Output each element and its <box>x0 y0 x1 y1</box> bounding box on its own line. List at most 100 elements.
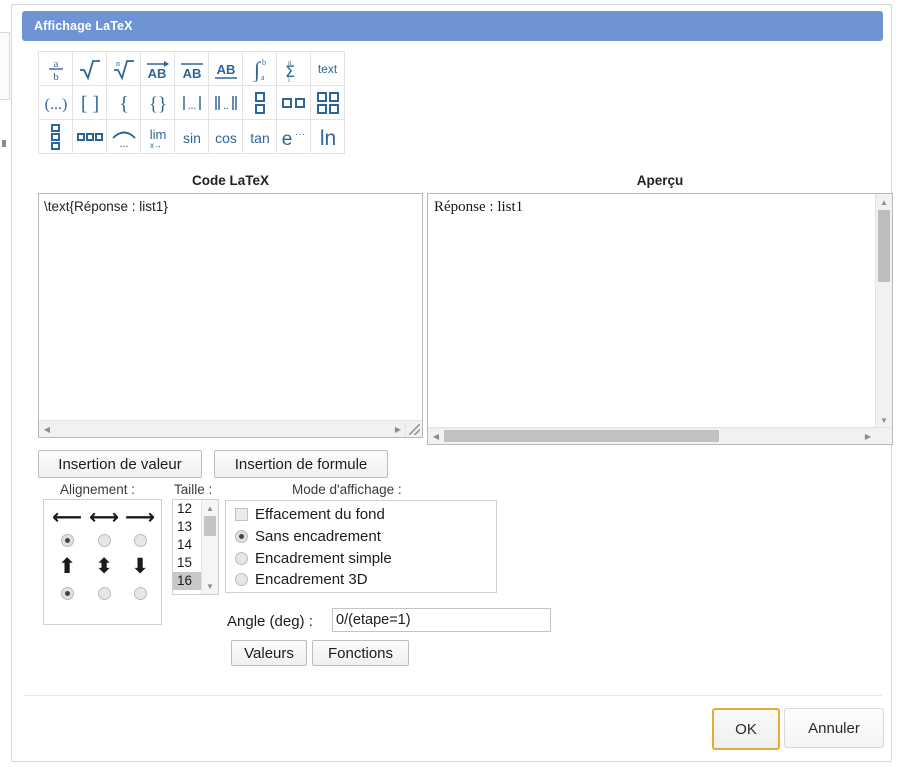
scroll-down-icon[interactable]: ▼ <box>202 578 218 594</box>
insert-formula-button[interactable]: Insertion de formule <box>214 450 388 478</box>
underline-icon[interactable]: AB <box>208 51 243 86</box>
scroll-left-icon[interactable]: ◀ <box>39 421 55 437</box>
align-top-option[interactable]: ⬆ <box>48 557 86 603</box>
latex-code-value: \text{Réponse : list1} <box>44 198 404 216</box>
parentheses-icon[interactable]: (...) <box>38 85 73 120</box>
mode-radio-3d-frame[interactable] <box>235 573 248 586</box>
square-root-icon[interactable] <box>72 51 107 86</box>
cancel-button[interactable]: Annuler <box>784 708 884 748</box>
valeurs-button[interactable]: Valeurs <box>231 640 307 666</box>
scroll-up-icon[interactable]: ▲ <box>202 500 218 516</box>
preview-vscroll-track[interactable] <box>876 210 892 412</box>
mode-radio-simple-frame[interactable] <box>235 552 248 565</box>
overbrace-dots-icon[interactable]: ... <box>106 119 141 154</box>
clear-background-label: Effacement du fond <box>255 506 385 523</box>
latex-preview-value: Réponse : list1 <box>434 198 872 218</box>
clear-background-option[interactable]: Effacement du fond <box>235 506 385 523</box>
absolute-value-icon[interactable]: ... <box>174 85 209 120</box>
svg-text:Σ: Σ <box>285 62 295 81</box>
code-hscroll-track[interactable] <box>55 421 390 437</box>
brackets-icon[interactable]: [ ] <box>72 85 107 120</box>
align-middle-radio[interactable] <box>98 587 111 600</box>
mode-option-3d-frame[interactable]: Encadrement 3D <box>235 571 368 588</box>
align-top-radio[interactable] <box>61 587 74 600</box>
size-options[interactable]: 12 13 14 15 16 <box>173 500 203 594</box>
limit-icon[interactable]: limx→ <box>140 119 175 154</box>
size-option-selected[interactable]: 16 <box>173 572 203 590</box>
clear-background-checkbox[interactable] <box>235 508 248 521</box>
size-listbox[interactable]: 12 13 14 15 16 ▲ ▼ <box>172 499 219 595</box>
mode-option-no-frame[interactable]: Sans encadrement <box>235 528 381 545</box>
stack-two-icon[interactable] <box>242 85 277 120</box>
alignment-group: ⟵ ⟷ ⟶ ⬆ ⬍ ⬇ <box>43 499 162 625</box>
sum-icon[interactable]: nΣi <box>276 51 311 86</box>
size-scroll-thumb[interactable] <box>204 516 216 536</box>
natural-log-icon[interactable]: ln <box>310 119 345 154</box>
svg-text:n: n <box>116 59 120 68</box>
braces-icon[interactable]: {} <box>140 85 175 120</box>
scroll-down-icon[interactable]: ▼ <box>876 412 892 428</box>
mode-option-simple-frame[interactable]: Encadrement simple <box>235 550 392 567</box>
arrow-up-icon: ⬆ <box>48 557 86 575</box>
align-right-radio[interactable] <box>134 534 147 547</box>
svg-text:ln: ln <box>319 127 335 150</box>
overline-icon[interactable]: AB <box>174 51 209 86</box>
size-option[interactable]: 14 <box>173 536 203 554</box>
latex-preview[interactable]: Réponse : list1 ▲ ▼ ◀ ▶ <box>427 193 893 445</box>
preview-vscroll-thumb[interactable] <box>878 210 890 282</box>
preview-horizontal-scrollbar[interactable]: ◀ ▶ <box>428 427 892 444</box>
norm-icon[interactable]: .. <box>208 85 243 120</box>
align-center-option[interactable]: ⟷ <box>85 508 123 550</box>
align-middle-option[interactable]: ⬍ <box>85 557 123 603</box>
mode-label-no-frame: Sans encadrement <box>255 528 381 545</box>
text-icon[interactable]: text <box>310 51 345 86</box>
stack-three-icon[interactable] <box>38 119 73 154</box>
row-two-icon[interactable] <box>276 85 311 120</box>
scroll-right-icon[interactable]: ▶ <box>860 428 876 444</box>
sine-icon[interactable]: sin <box>174 119 209 154</box>
integral-icon[interactable]: ∫ba <box>242 51 277 86</box>
align-left-option[interactable]: ⟵ <box>48 508 86 550</box>
cosine-icon[interactable]: cos <box>208 119 243 154</box>
ok-button[interactable]: OK <box>712 708 780 750</box>
preview-hscroll-thumb[interactable] <box>444 430 719 442</box>
dialog-title: Affichage LaTeX <box>22 19 133 33</box>
fonctions-button[interactable]: Fonctions <box>312 640 409 666</box>
align-left-radio[interactable] <box>61 534 74 547</box>
preview-hscroll-track[interactable] <box>444 428 860 444</box>
align-right-option[interactable]: ⟶ <box>121 508 159 550</box>
mode-radio-no-frame[interactable] <box>235 530 248 543</box>
scroll-right-icon[interactable]: ▶ <box>390 421 406 437</box>
latex-code-editor[interactable]: \text{Réponse : list1} ◀ ▶ <box>38 193 423 438</box>
size-scrollbar[interactable]: ▲ ▼ <box>201 500 218 594</box>
nth-root-icon[interactable]: n <box>106 51 141 86</box>
scrollbar-corner <box>876 428 892 444</box>
insert-value-button[interactable]: Insertion de valeur <box>38 450 202 478</box>
scroll-left-icon[interactable]: ◀ <box>428 428 444 444</box>
tangent-icon[interactable]: tan <box>242 119 277 154</box>
code-resize-handle[interactable] <box>405 420 422 437</box>
vector-icon[interactable]: AB <box>140 51 175 86</box>
size-option[interactable]: 12 <box>173 500 203 518</box>
formula-toolbar: ab n AB AB AB ∫ba <box>38 51 344 153</box>
brace-icon[interactable]: { <box>106 85 141 120</box>
scroll-up-icon[interactable]: ▲ <box>876 194 892 210</box>
align-bottom-option[interactable]: ⬇ <box>121 557 159 603</box>
toolbar-row-2: (...) [ ] { {} ... .. <box>38 85 344 119</box>
svg-text:lim: lim <box>149 127 166 142</box>
latex-dialog: Affichage LaTeX ab n AB AB <box>11 4 892 762</box>
svg-text:i: i <box>288 76 290 82</box>
fraction-icon[interactable]: ab <box>38 51 73 86</box>
angle-input[interactable]: 0/(etape=1) <box>332 608 551 632</box>
matrix-2x2-icon[interactable] <box>310 85 345 120</box>
exponential-icon[interactable]: e··· <box>276 119 311 154</box>
size-scroll-track[interactable] <box>202 516 218 578</box>
code-horizontal-scrollbar[interactable]: ◀ ▶ <box>39 420 422 437</box>
angle-label: Angle (deg) : <box>227 613 313 630</box>
preview-vertical-scrollbar[interactable]: ▲ ▼ <box>875 194 892 428</box>
row-three-icon[interactable] <box>72 119 107 154</box>
align-bottom-radio[interactable] <box>134 587 147 600</box>
size-option[interactable]: 15 <box>173 554 203 572</box>
align-center-radio[interactable] <box>98 534 111 547</box>
size-option[interactable]: 13 <box>173 518 203 536</box>
